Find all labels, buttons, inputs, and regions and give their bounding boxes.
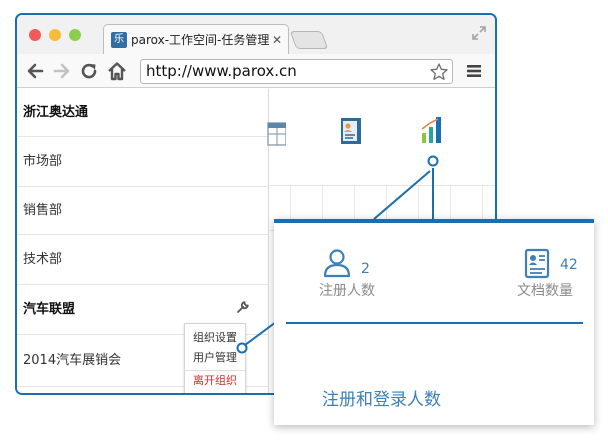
document-count: 42 (560, 257, 578, 273)
browser-toolbar: http://www.parox.cn (17, 54, 495, 88)
browser-menu-icon[interactable] (466, 64, 482, 78)
sidebar-item-label: 2014汽车展销会 (23, 353, 122, 368)
screenshot-stage: 乐 parox-工作空间-任务管理 ✕ http://www.parox.cn … (0, 0, 608, 443)
site-favicon-icon: 乐 (111, 32, 127, 48)
wrench-icon[interactable] (236, 300, 250, 314)
stats-card: 2 注册人数 42 文档数量 注册和登录人数 (286, 237, 583, 423)
forward-arrow-icon[interactable] (52, 60, 72, 82)
statistics-app-icon[interactable] (418, 113, 446, 145)
sidebar-item-label: 市场部 (23, 154, 63, 169)
fullscreen-icon[interactable] (471, 25, 487, 41)
bookmark-star-icon[interactable] (429, 62, 449, 82)
back-arrow-icon[interactable] (25, 60, 45, 82)
sidebar-item-sales[interactable]: 销售部 (17, 187, 269, 235)
sidebar-item-label: 汽车联盟 (23, 302, 76, 317)
zoom-window-button[interactable] (69, 29, 81, 41)
document-icon (524, 248, 550, 279)
registered-count: 2 (361, 261, 370, 277)
home-icon[interactable] (107, 60, 127, 82)
minimize-window-button[interactable] (49, 29, 61, 41)
menu-item-org-settings[interactable]: 组织设置 (185, 328, 245, 348)
url-text: http://www.parox.cn (146, 62, 297, 80)
browser-tab[interactable]: 乐 parox-工作空间-任务管理 ✕ (103, 24, 289, 55)
organization-context-menu: 组织设置 用户管理 离开组织 (184, 323, 246, 393)
close-tab-icon[interactable]: ✕ (270, 32, 284, 48)
registered-label: 注册人数 (319, 283, 375, 299)
sidebar-item-label: 技术部 (23, 252, 63, 267)
zoomed-dashboard-callout: 2 注册人数 42 文档数量 注册和登录人数 (274, 219, 594, 425)
sidebar-item-tech[interactable]: 技术部 (17, 235, 269, 285)
title-bar: 乐 parox-工作空间-任务管理 ✕ (17, 15, 495, 55)
sidebar-item-marketing[interactable]: 市场部 (17, 137, 269, 187)
address-bar[interactable]: http://www.parox.cn (140, 59, 453, 84)
organization-sidebar: 浙江奥达通 市场部 销售部 技术部 汽车联盟 2014汽车展销会 组织设置 用户… (17, 89, 269, 393)
menu-item-user-management[interactable]: 用户管理 (185, 348, 245, 368)
menu-item-leave-org[interactable]: 离开组织 (185, 370, 245, 390)
section-divider (286, 322, 583, 324)
sidebar-item-org[interactable]: 浙江奥达通 (17, 89, 269, 137)
reload-icon[interactable] (79, 60, 99, 82)
sidebar-item-label: 浙江奥达通 (23, 105, 89, 120)
user-icon (323, 249, 351, 278)
calendar-app-icon[interactable] (266, 119, 286, 151)
close-window-button[interactable] (29, 29, 41, 41)
new-tab-button[interactable] (289, 31, 329, 49)
registrations-logins-heading: 注册和登录人数 (322, 390, 441, 410)
document-app-icon[interactable] (337, 115, 365, 147)
document-label: 文档数量 (517, 283, 573, 299)
sidebar-item-label: 销售部 (23, 203, 63, 218)
tab-title: parox-工作空间-任务管理 (131, 33, 270, 47)
